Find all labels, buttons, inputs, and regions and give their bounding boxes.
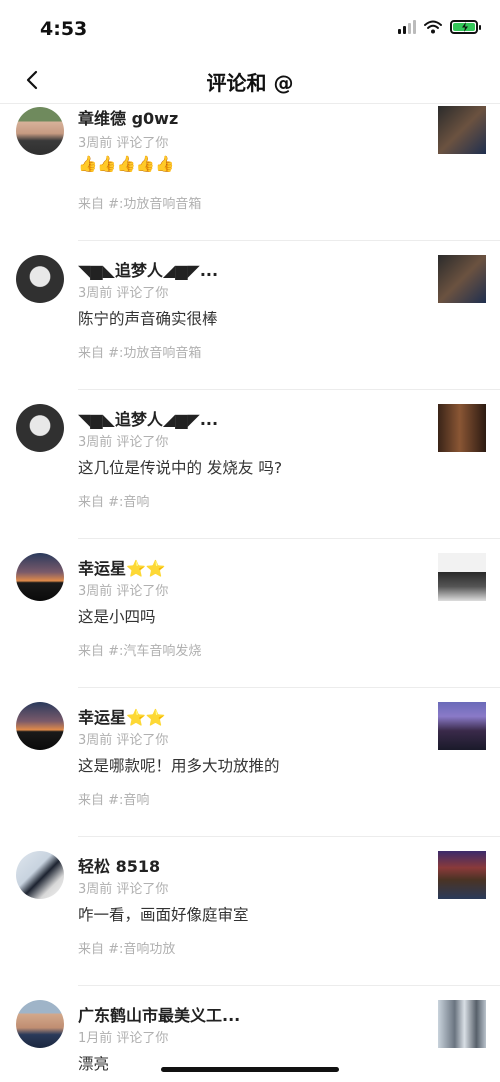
post-thumbnail[interactable] [438, 702, 486, 750]
avatar[interactable] [16, 553, 64, 601]
avatar[interactable] [16, 404, 64, 452]
post-thumbnail[interactable] [438, 404, 486, 452]
battery-icon [450, 20, 481, 34]
comment-meta: 3周前 评论了你 [78, 584, 169, 599]
post-thumbnail[interactable] [438, 1000, 486, 1048]
comment-text: 这几位是传说中的 发烧友 吗? [78, 459, 283, 477]
post-thumbnail[interactable] [438, 255, 486, 303]
wifi-icon [424, 20, 442, 34]
comment-item[interactable]: 章维德 g0wz 3周前 评论了你 👍👍👍👍👍 来自 #:功放音响音箱 [0, 104, 500, 241]
nav-bar: 评论和 @ [0, 56, 500, 104]
comment-text: 漂亮 [78, 1055, 110, 1073]
comment-list[interactable]: 章维德 g0wz 3周前 评论了你 👍👍👍👍👍 来自 #:功放音响音箱 ◥▆◣追… [0, 104, 500, 1082]
comment-item[interactable]: ◥▆◣追梦人◢▆◤... 3周前 评论了你 陈宁的声音确实很棒 来自 #:功放音… [0, 241, 500, 390]
status-time: 4:53 [40, 18, 88, 40]
avatar[interactable] [16, 1000, 64, 1048]
comment-item[interactable]: ◥▆◣追梦人◢▆◤... 3周前 评论了你 这几位是传说中的 发烧友 吗? 来自… [0, 390, 500, 539]
avatar[interactable] [16, 702, 64, 750]
post-thumbnail[interactable] [438, 851, 486, 899]
comment-text: 这是小四吗 [78, 608, 156, 626]
user-name[interactable]: 广东鹤山市最美义工... [78, 1002, 240, 1026]
comment-meta: 1月前 评论了你 [78, 1031, 169, 1046]
comment-source[interactable]: 来自 #:功放音响音箱 [78, 342, 201, 361]
comment-meta: 3周前 评论了你 [78, 286, 169, 301]
comment-source[interactable]: 来自 #:音响 [78, 789, 149, 808]
comment-item[interactable]: 幸运星⭐⭐ 3周前 评论了你 这是小四吗 来自 #:汽车音响发烧 [0, 539, 500, 688]
comment-text: 咋一看，画面好像庭审室 [78, 906, 249, 924]
user-name[interactable]: 轻松 8518 [78, 853, 160, 877]
comment-text: 👍👍👍👍👍 [78, 155, 175, 173]
home-indicator[interactable] [161, 1067, 339, 1072]
comment-meta: 3周前 评论了你 [78, 733, 169, 748]
comment-item[interactable]: 轻松 8518 3周前 评论了你 咋一看，画面好像庭审室 来自 #:音响功放 [0, 837, 500, 986]
user-name[interactable]: 幸运星⭐⭐ [78, 704, 166, 728]
user-name[interactable]: ◥▆◣追梦人◢▆◤... [78, 406, 218, 430]
user-name[interactable]: 章维德 g0wz [78, 105, 178, 129]
comment-meta: 3周前 评论了你 [78, 882, 169, 897]
comment-source[interactable]: 来自 #:音响 [78, 491, 149, 510]
user-name[interactable]: ◥▆◣追梦人◢▆◤... [78, 257, 218, 281]
comment-item[interactable]: 幸运星⭐⭐ 3周前 评论了你 这是哪款呢！用多大功放推的 来自 #:音响 [0, 688, 500, 837]
comment-source[interactable]: 来自 #:音响功放 [78, 938, 175, 957]
status-bar: 4:53 [0, 0, 500, 56]
comment-meta: 3周前 评论了你 [78, 136, 169, 151]
signal-icon [398, 20, 416, 34]
post-thumbnail[interactable] [438, 106, 486, 154]
comment-source[interactable]: 来自 #:汽车音响发烧 [78, 640, 201, 659]
status-icons [398, 20, 481, 34]
comment-source[interactable]: 来自 #:功放音响音箱 [78, 193, 201, 212]
comment-meta: 3周前 评论了你 [78, 435, 169, 450]
user-name[interactable]: 幸运星⭐⭐ [78, 555, 166, 579]
comment-text: 这是哪款呢！用多大功放推的 [78, 757, 280, 775]
avatar[interactable] [16, 851, 64, 899]
comment-text: 陈宁的声音确实很棒 [78, 310, 218, 328]
avatar[interactable] [16, 255, 64, 303]
avatar[interactable] [16, 107, 64, 155]
page-title: 评论和 @ [206, 71, 294, 95]
post-thumbnail[interactable] [438, 553, 486, 601]
